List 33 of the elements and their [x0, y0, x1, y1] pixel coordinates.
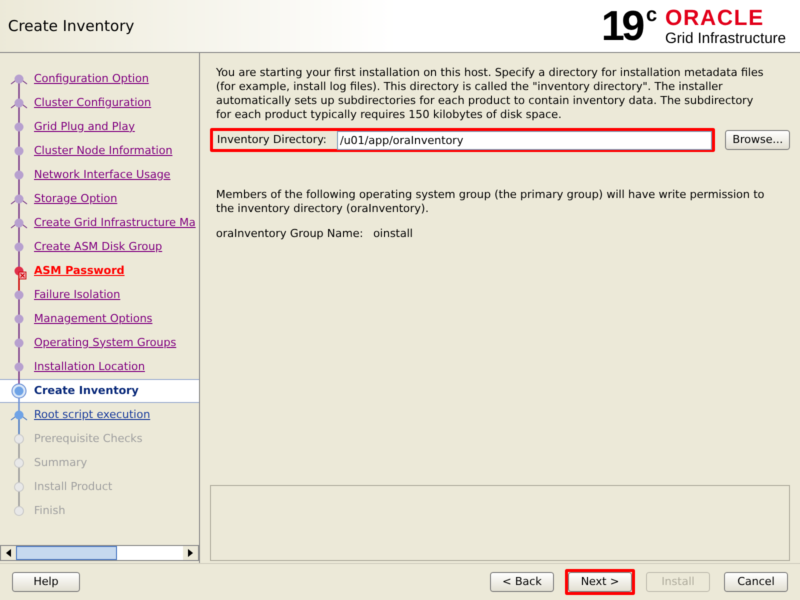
step-link[interactable]: Network Interface Usage — [34, 166, 170, 184]
step-link: Install Product — [34, 478, 112, 495]
scroll-left-icon[interactable] — [1, 546, 16, 560]
step-link[interactable]: Create ASM Disk Group — [34, 238, 162, 256]
step-link[interactable]: Cluster Node Information — [34, 142, 172, 160]
step-link: Summary — [34, 454, 88, 471]
page-title: Create Inventory — [8, 16, 134, 37]
group-name-value: oinstall — [373, 226, 413, 242]
browse-button[interactable]: Browse... — [725, 130, 790, 150]
step-link[interactable]: Root script execution — [34, 406, 150, 424]
dialog-button[interactable]: Help — [12, 572, 80, 592]
field-label: Inventory Directory: — [217, 132, 328, 148]
step-link[interactable]: Management Options — [34, 310, 152, 328]
step-link[interactable]: Create Grid Infrastructure Ma — [34, 214, 196, 232]
step-link[interactable]: Operating System Groups — [34, 334, 176, 352]
horizontal-scrollbar[interactable] — [0, 545, 199, 561]
step-link[interactable]: Configuration Option — [34, 70, 149, 88]
scroll-right-icon[interactable] — [183, 546, 198, 560]
inventory-directory-field[interactable]: /u01/app/oraInventory — [337, 130, 712, 150]
group-name-label: oraInventory Group Name: — [216, 226, 364, 242]
step-link[interactable]: Installation Location — [34, 358, 145, 376]
dialog-button[interactable]: Cancel — [724, 572, 788, 592]
step-link: Prerequisite Checks — [34, 430, 142, 447]
scroll-thumb[interactable] — [16, 546, 117, 560]
dialog-button[interactable]: Next > — [568, 572, 632, 592]
step-link[interactable]: Cluster Configuration — [34, 94, 152, 112]
step-link[interactable]: Grid Plug and Play — [34, 118, 135, 136]
step-link[interactable]: Failure Isolation — [34, 286, 120, 304]
group-note-text: Members of the following operating system group (the primary group) will have write permission to the inventory directory (oraInventory). — [215, 188, 766, 216]
dialog-button[interactable]: < Back — [490, 572, 554, 592]
intro-text: You are starting your first installation on this host. Specify a directory for installation metadata files (for example, install log files). This directory is called the "inventory directory". The installer automatically sets up subdirectories for each product to contain inventory data. The subdirectory for each product typically requires 150 kilobytes of disk space. — [215, 66, 764, 122]
step-link: Finish — [34, 502, 66, 519]
step-link[interactable]: Storage Option — [34, 190, 118, 208]
